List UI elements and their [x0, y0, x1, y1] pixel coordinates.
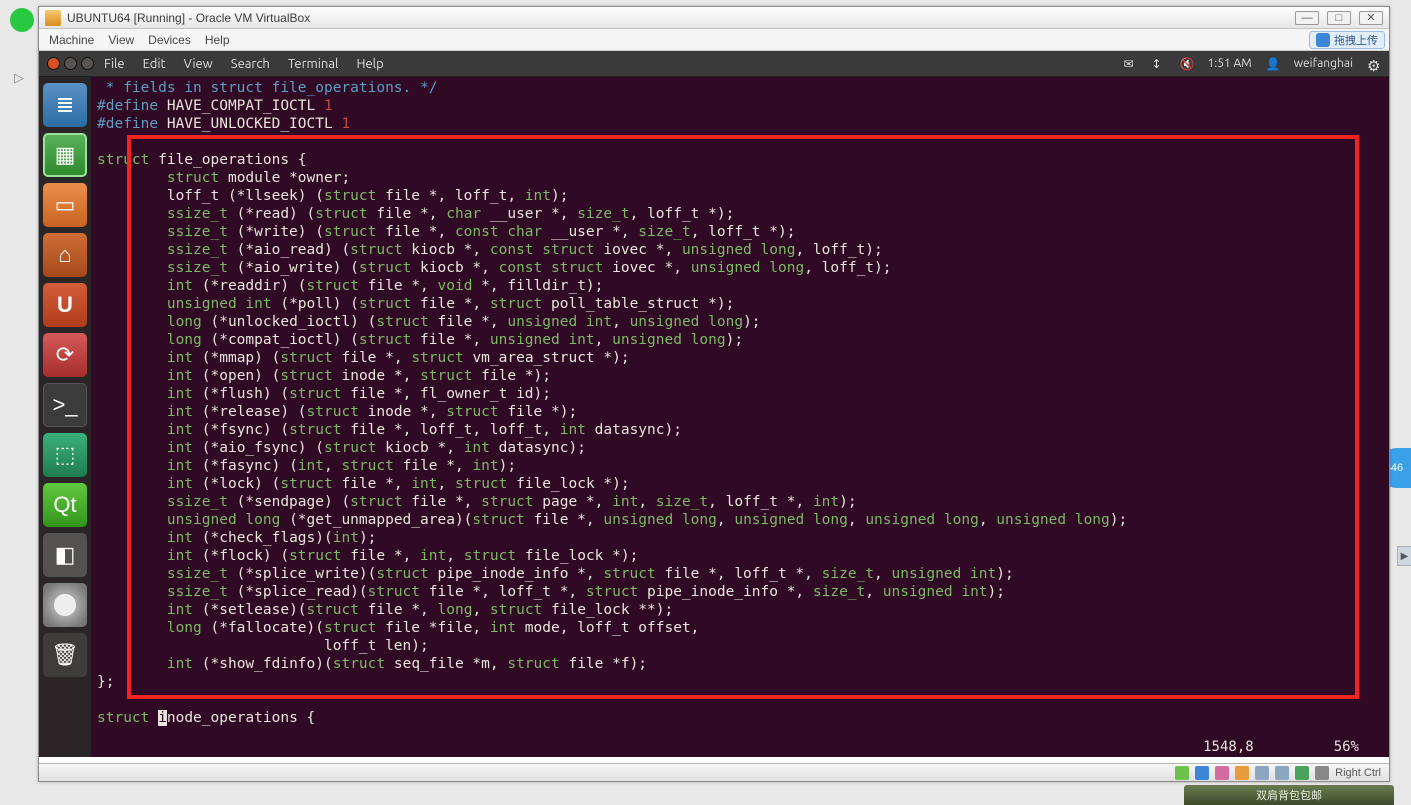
code-viewport[interactable]: * fields in struct file_operations. */#d…: [93, 77, 1387, 737]
sb-display-icon[interactable]: [1255, 766, 1269, 780]
launcher-one[interactable]: U: [43, 283, 87, 327]
right-panel-handle[interactable]: ▶: [1397, 546, 1411, 566]
launcher-terminal[interactable]: >_: [43, 383, 87, 427]
vbox-menu-help[interactable]: Help: [205, 33, 230, 47]
sb-shared-icon[interactable]: [1235, 766, 1249, 780]
vim-statusbar: 1548,8 56%: [91, 737, 1389, 757]
clock[interactable]: 1:51 AM: [1208, 57, 1252, 70]
guest-display: File Edit View Search Terminal Help ✉ ↕ …: [39, 51, 1389, 757]
mail-icon[interactable]: ✉: [1124, 57, 1138, 71]
launcher-writer[interactable]: ≣: [43, 83, 87, 127]
window-minimize-button[interactable]: —: [1295, 11, 1319, 25]
gear-icon[interactable]: ⚙: [1367, 57, 1381, 71]
launcher-update[interactable]: ⟳: [43, 333, 87, 377]
virtualbox-window: UBUNTU64 [Running] - Oracle VM VirtualBo…: [38, 6, 1390, 782]
hostkey-label: Right Ctrl: [1335, 767, 1381, 779]
vbox-menu-view[interactable]: View: [108, 33, 134, 47]
sb-mouse-icon[interactable]: [1315, 766, 1329, 780]
vbox-app-icon: [45, 10, 61, 26]
vbox-menu-devices[interactable]: Devices: [148, 33, 191, 47]
launcher-devhelp[interactable]: ⌂: [43, 233, 87, 277]
launcher-calc[interactable]: ▦: [43, 133, 87, 177]
upload-label: 拖拽上传: [1334, 32, 1378, 48]
vbox-titlebar[interactable]: UBUNTU64 [Running] - Oracle VM VirtualBo…: [39, 7, 1389, 29]
launcher-panels[interactable]: ◧: [43, 533, 87, 577]
launcher-cdrom[interactable]: [43, 583, 87, 627]
menu-file[interactable]: File: [104, 57, 125, 71]
unity-launcher: ≣ ▦ ▭ ⌂ U ⟳ >_ ⬚ Qt ◧ 🗑: [39, 77, 91, 757]
launcher-qt[interactable]: Qt: [43, 483, 87, 527]
ad-strip[interactable]: 双肩背包包邮: [1184, 785, 1394, 805]
launcher-trash[interactable]: 🗑: [43, 633, 87, 677]
menu-edit[interactable]: Edit: [143, 57, 166, 71]
ubuntu-topbar: File Edit View Search Terminal Help ✉ ↕ …: [39, 51, 1389, 77]
launcher-impress[interactable]: ▭: [43, 183, 87, 227]
guest-window-close-button[interactable]: [47, 57, 60, 70]
user-name[interactable]: weifanghai: [1294, 57, 1353, 70]
window-close-button[interactable]: ✕: [1359, 11, 1383, 25]
vim-percent: 56%: [1334, 738, 1359, 756]
guest-window-maximize-button[interactable]: [81, 57, 94, 70]
sb-capture-icon[interactable]: [1275, 766, 1289, 780]
host-collapse-icon[interactable]: ▷: [14, 70, 24, 86]
sb-network-icon[interactable]: [1295, 766, 1309, 780]
vbox-menu-machine[interactable]: Machine: [49, 33, 94, 47]
network-icon[interactable]: ↕: [1152, 57, 1166, 71]
sb-usb-icon[interactable]: [1215, 766, 1229, 780]
guest-window-minimize-button[interactable]: [64, 57, 77, 70]
menu-view[interactable]: View: [184, 57, 213, 71]
menu-terminal[interactable]: Terminal: [288, 57, 339, 71]
vbox-menubar: Machine View Devices Help 拖拽上传: [39, 29, 1389, 51]
vbox-statusbar: Right Ctrl: [39, 763, 1389, 781]
sb-hdd-icon[interactable]: [1175, 766, 1189, 780]
vbox-title: UBUNTU64 [Running] - Oracle VM VirtualBo…: [67, 11, 1295, 25]
upload-icon: [1316, 33, 1330, 47]
vim-position: 1548,8: [1203, 738, 1254, 756]
sound-icon[interactable]: 🔇: [1180, 57, 1194, 71]
menu-help[interactable]: Help: [356, 57, 383, 71]
launcher-disks[interactable]: ⬚: [43, 433, 87, 477]
window-maximize-button[interactable]: □: [1327, 11, 1351, 25]
sb-optical-icon[interactable]: [1195, 766, 1209, 780]
upload-badge[interactable]: 拖拽上传: [1309, 31, 1385, 49]
menu-search[interactable]: Search: [231, 57, 270, 71]
host-os-indicator-icon: [10, 8, 34, 32]
user-icon: 👤: [1266, 57, 1280, 71]
terminal-area[interactable]: * fields in struct file_operations. */#d…: [91, 77, 1389, 757]
